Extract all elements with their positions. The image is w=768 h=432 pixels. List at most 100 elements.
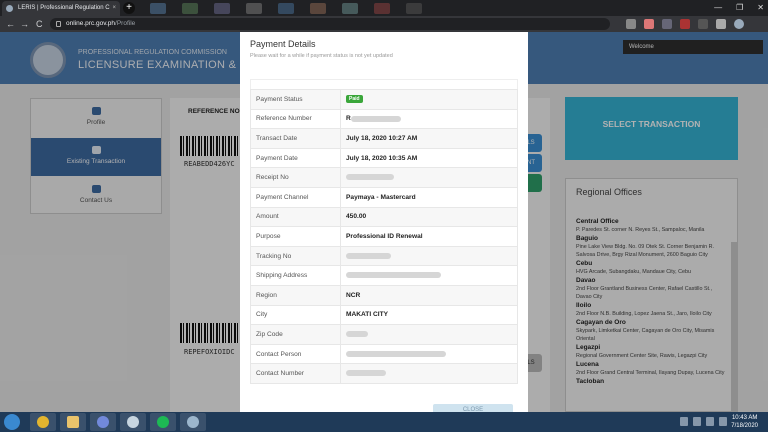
url-domain: online.prc.gov.ph — [66, 20, 116, 27]
detail-label: Zip Code — [250, 324, 341, 345]
taskbar-apps — [30, 413, 206, 431]
modal-title: Payment Details — [250, 39, 316, 49]
minimize-icon[interactable]: — — [714, 0, 722, 16]
detail-label: Reference Number — [250, 108, 341, 130]
detail-row: Shipping Address — [250, 265, 518, 286]
spotify-taskbar-icon[interactable] — [150, 413, 176, 431]
tab-title: LERIS | Professional Regulation C — [18, 5, 110, 11]
address-bar-row: ← → C online.prc.gov.ph/Profile — [0, 16, 768, 32]
clock[interactable]: 10:43 AM 7/18/2020 — [731, 414, 758, 430]
detail-row: Region NCR — [250, 284, 518, 306]
chrome-taskbar-icon[interactable] — [30, 413, 56, 431]
back-arrow-icon[interactable]: ← — [6, 18, 15, 30]
detail-label: Payment Channel — [250, 186, 341, 208]
reload-icon[interactable]: C — [36, 18, 43, 30]
detail-row: Receipt No — [250, 167, 518, 188]
close-window-icon[interactable]: ✕ — [757, 0, 764, 16]
detail-row: Tracking No — [250, 245, 518, 267]
detail-label: Payment Status — [250, 89, 341, 110]
detail-row: Amount 450.00 — [250, 206, 518, 228]
browser-tab[interactable]: LERIS | Professional Regulation C × — [2, 1, 120, 16]
new-tab-button[interactable]: + — [123, 2, 135, 14]
app-icon[interactable] — [310, 3, 326, 14]
app-icon[interactable] — [342, 3, 358, 14]
extension-icon[interactable] — [662, 19, 672, 29]
network-icon[interactable] — [693, 417, 701, 426]
app-icon[interactable] — [374, 3, 390, 14]
detail-label: City — [250, 304, 341, 326]
app-icon[interactable] — [182, 3, 198, 14]
tab-close-icon[interactable]: × — [112, 1, 116, 16]
detail-row: Zip Code — [250, 324, 518, 345]
extension-icon[interactable] — [626, 19, 636, 29]
detail-row: City MAKATI CITY — [250, 304, 518, 326]
detail-label: Tracking No — [250, 245, 341, 267]
bookmark-icons — [150, 3, 510, 14]
start-button[interactable] — [4, 414, 20, 430]
detail-label: Amount — [250, 206, 341, 228]
detail-value-redacted — [340, 324, 518, 345]
detail-label: Contact Person — [250, 343, 341, 365]
url-path: /Profile — [115, 20, 136, 27]
detail-row: Reference Number R — [250, 108, 518, 130]
detail-row: Contact Person — [250, 343, 518, 365]
detail-row: Payment Status Paid — [250, 89, 518, 110]
extension-icon[interactable] — [644, 19, 654, 29]
app-icon[interactable] — [150, 3, 166, 14]
detail-value: MAKATI CITY — [340, 304, 518, 326]
detail-label: Receipt No — [250, 167, 341, 188]
detail-row: Payment Channel Paymaya - Mastercard — [250, 186, 518, 208]
detail-value-redacted — [340, 245, 518, 267]
steam-taskbar-icon[interactable] — [120, 413, 146, 431]
extension-icon[interactable] — [698, 19, 708, 29]
redacted-value — [346, 272, 441, 279]
redacted-value — [346, 370, 386, 377]
detail-value: 450.00 — [340, 206, 518, 228]
maximize-icon[interactable]: ❐ — [736, 0, 743, 16]
app-icon[interactable] — [214, 3, 230, 14]
status-badge: Paid — [346, 95, 363, 104]
notification-icon[interactable] — [719, 417, 727, 426]
tray-icon[interactable] — [680, 417, 688, 426]
app-taskbar-icon[interactable] — [180, 413, 206, 431]
detail-label: Region — [250, 284, 341, 306]
detail-label: Contact Number — [250, 363, 341, 384]
detail-value: July 18, 2020 10:35 AM — [340, 147, 518, 169]
detail-label: Transact Date — [250, 128, 341, 149]
url-input[interactable]: online.prc.gov.ph/Profile — [50, 18, 610, 30]
puzzle-icon[interactable] — [716, 19, 726, 29]
detail-row: Transact Date July 18, 2020 10:27 AM — [250, 128, 518, 149]
detail-value-redacted — [340, 167, 518, 188]
detail-row: Purpose Professional ID Renewal — [250, 226, 518, 247]
lock-icon — [56, 21, 61, 27]
detail-value-redacted — [340, 363, 518, 384]
redacted-value — [346, 174, 394, 181]
detail-row: Payment Date July 18, 2020 10:35 AM — [250, 147, 518, 169]
discord-taskbar-icon[interactable] — [90, 413, 116, 431]
detail-value: Paymaya - Mastercard — [340, 186, 518, 208]
forward-arrow-icon[interactable]: → — [20, 18, 29, 30]
taskbar: 10:43 AM 7/18/2020 — [0, 412, 768, 432]
app-icon[interactable] — [278, 3, 294, 14]
extension-icon[interactable] — [680, 19, 690, 29]
explorer-taskbar-icon[interactable] — [60, 413, 86, 431]
detail-row: Contact Number — [250, 363, 518, 384]
redacted-value — [350, 115, 401, 122]
modal-note: Please wait for a while if payment statu… — [250, 53, 393, 59]
detail-value-redacted — [340, 343, 518, 365]
detail-label: Payment Date — [250, 147, 341, 169]
redacted-value — [346, 331, 368, 338]
clock-date: 7/18/2020 — [731, 423, 758, 429]
app-icon[interactable] — [246, 3, 262, 14]
profile-avatar[interactable] — [734, 19, 744, 29]
app-icon[interactable] — [406, 3, 422, 14]
extension-icons — [626, 19, 744, 29]
close-button[interactable]: CLOSE — [433, 404, 513, 412]
volume-icon[interactable] — [706, 417, 714, 426]
detail-value: July 18, 2020 10:27 AM — [340, 128, 518, 149]
window-controls: — ❐ ✕ — [714, 0, 764, 16]
detail-value-redacted: R — [340, 108, 518, 130]
detail-value-redacted — [340, 265, 518, 286]
browser-tab-strip: LERIS | Professional Regulation C × + — … — [0, 0, 768, 16]
system-tray — [680, 417, 727, 426]
